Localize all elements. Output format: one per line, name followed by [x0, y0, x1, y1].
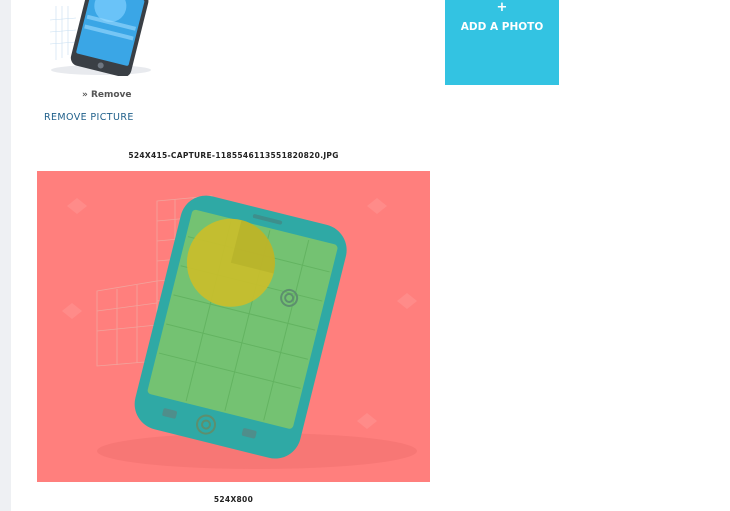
remove-picture-button[interactable]: REMOVE PICTURE: [44, 112, 134, 123]
plus-icon: +: [496, 0, 508, 15]
add-photo-label: ADD A PHOTO: [460, 21, 544, 33]
image-filename: 524X415-CAPTURE-1185546113551820820.JPG: [128, 151, 339, 160]
image-size: 524X800: [213, 495, 254, 504]
left-gutter: [0, 0, 11, 511]
remove-link[interactable]: » Remove: [82, 90, 132, 100]
phone-thumbnail: [46, 0, 164, 78]
uploaded-image: [37, 171, 430, 482]
add-photo-button[interactable]: + ADD A PHOTO: [445, 0, 559, 85]
